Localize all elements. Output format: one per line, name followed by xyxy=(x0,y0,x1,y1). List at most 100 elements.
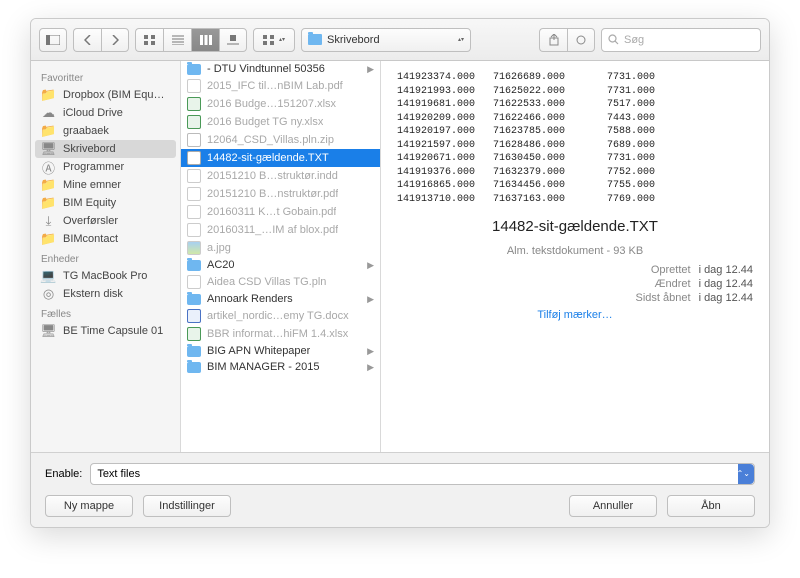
settings-button[interactable]: Indstillinger xyxy=(143,495,231,517)
search-icon xyxy=(608,34,619,45)
file-row[interactable]: - DTU Vindtunnel 50356▶ xyxy=(181,61,380,77)
file-row[interactable]: BBR informat…hiFM 1.4.xlsx xyxy=(181,325,380,343)
chevron-right-icon: ▶ xyxy=(367,64,374,75)
txt-icon xyxy=(187,151,201,165)
sidebar-item-label: Ekstern disk xyxy=(63,288,123,300)
path-popup[interactable]: Skrivebord ▴▾ xyxy=(301,28,471,52)
sidebar-item-label: graabaek xyxy=(63,125,109,137)
file-row[interactable]: 20151210 B…struktør.indd xyxy=(181,167,380,185)
file-label: 14482-sit-gældende.TXT xyxy=(207,152,329,164)
file-label: 2016 Budget TG ny.xlsx xyxy=(207,116,323,128)
sidebar-group-header: Fælles xyxy=(31,303,180,322)
tags-button[interactable] xyxy=(567,28,595,52)
file-label: AC20 xyxy=(207,259,235,271)
sidebar-item-label: Skrivebord xyxy=(63,143,116,155)
chevron-right-icon: ▶ xyxy=(367,260,374,271)
view-list-button[interactable] xyxy=(163,28,191,52)
file-row[interactable]: artikel_nordic…emy TG.docx xyxy=(181,307,380,325)
view-column-button[interactable] xyxy=(191,28,219,52)
file-row[interactable]: BIM MANAGER - 2015▶ xyxy=(181,359,380,375)
preview-pane: 141923374.000 71626689.000 7731.000 1419… xyxy=(381,61,769,452)
folder-icon xyxy=(187,64,201,75)
doc-icon xyxy=(187,309,201,323)
file-label: BIG APN Whitepaper xyxy=(207,345,310,357)
file-label: 20151210 B…struktør.indd xyxy=(207,170,338,182)
xls-icon xyxy=(187,97,201,111)
file-row[interactable]: BIG APN Whitepaper▶ xyxy=(181,343,380,359)
file-label: Annoark Renders xyxy=(207,293,293,305)
sidebar-item[interactable]: 🖥Skrivebord xyxy=(35,140,176,158)
file-row[interactable]: 12064_CSD_Villas.pln.zip xyxy=(181,131,380,149)
folder-icon xyxy=(308,34,322,45)
sidebar-item[interactable]: ⒶProgrammer xyxy=(31,158,180,176)
group-button[interactable]: ▴▾ xyxy=(253,28,295,52)
back-button[interactable] xyxy=(73,28,101,52)
sidebar-item[interactable]: 📁BIM Equity xyxy=(31,194,180,212)
file-row[interactable]: Aidea CSD Villas TG.pln xyxy=(181,273,380,291)
file-column: - DTU Vindtunnel 50356▶2015_IFC til…nBIM… xyxy=(181,61,381,452)
view-icon-button[interactable] xyxy=(135,28,163,52)
file-label: artikel_nordic…emy TG.docx xyxy=(207,310,349,322)
file-row[interactable]: 14482-sit-gældende.TXT xyxy=(181,149,380,167)
bottom-bar: Enable: Text files ⌃⌄ Ny mappe Indstilli… xyxy=(31,452,769,527)
file-row[interactable]: 2016 Budge…151207.xlsx xyxy=(181,95,380,113)
file-row[interactable]: 2016 Budget TG ny.xlsx xyxy=(181,113,380,131)
file-label: 12064_CSD_Villas.pln.zip xyxy=(207,134,334,146)
file-label: 20151210 B…nstruktør.pdf xyxy=(207,188,338,200)
sidebar-item-label: Programmer xyxy=(63,161,124,173)
cancel-button[interactable]: Annuller xyxy=(569,495,657,517)
view-coverflow-button[interactable] xyxy=(219,28,247,52)
sidebar: Favoritter📁Dropbox (BIM Equ…☁︎iCloud Dri… xyxy=(31,61,181,452)
enable-label: Enable: xyxy=(45,468,82,480)
file-row[interactable]: Annoark Renders ▶ xyxy=(181,291,380,307)
sidebar-item[interactable]: 🖥BE Time Capsule 01 xyxy=(31,322,180,340)
file-label: a.jpg xyxy=(207,242,231,254)
search-placeholder: Søg xyxy=(624,34,644,46)
zip-icon xyxy=(187,133,201,147)
folder-icon xyxy=(187,362,201,373)
sidebar-group-header: Enheder xyxy=(31,248,180,267)
sidebar-item[interactable]: ◎Ekstern disk xyxy=(31,285,180,303)
sidebar-item[interactable]: 📁Dropbox (BIM Equ… xyxy=(31,86,180,104)
sidebar-item[interactable]: 💻TG MacBook Pro xyxy=(31,267,180,285)
sidebar-item-label: BIMcontact xyxy=(63,233,118,245)
pdf-icon xyxy=(187,275,201,289)
search-input[interactable]: Søg xyxy=(601,28,761,52)
chevron-right-icon: ▶ xyxy=(367,294,374,305)
file-row[interactable]: 20160311_…IM af blox.pdf xyxy=(181,221,380,239)
open-button[interactable]: Åbn xyxy=(667,495,755,517)
img-icon xyxy=(187,241,201,255)
add-tags-link[interactable]: Tilføj mærker… xyxy=(397,309,753,321)
sidebar-item[interactable]: 📁BIMcontact xyxy=(31,230,180,248)
forward-button[interactable] xyxy=(101,28,129,52)
new-folder-button[interactable]: Ny mappe xyxy=(45,495,133,517)
sidebar-item-label: Overførsler xyxy=(63,215,118,227)
sidebar-item[interactable]: ⤓Overførsler xyxy=(31,212,180,230)
folder-icon xyxy=(187,294,201,305)
pdf-icon xyxy=(187,223,201,237)
file-label: BBR informat…hiFM 1.4.xlsx xyxy=(207,328,348,340)
folder-icon xyxy=(187,346,201,357)
sidebar-item[interactable]: ☁︎iCloud Drive xyxy=(31,104,180,122)
toolbar: ▴▾ Skrivebord ▴▾ Søg xyxy=(31,19,769,61)
file-row[interactable]: 20160311 K…t Gobain.pdf xyxy=(181,203,380,221)
sidebar-item-label: BE Time Capsule 01 xyxy=(63,325,163,337)
sidebar-item-label: TG MacBook Pro xyxy=(63,270,147,282)
sidebar-item-label: BIM Equity xyxy=(63,197,116,209)
sidebar-item-label: Mine emner xyxy=(63,179,121,191)
enable-select[interactable]: Text files ⌃⌄ xyxy=(90,463,755,485)
sidebar-item[interactable]: 📁Mine emner xyxy=(31,176,180,194)
open-dialog: ▴▾ Skrivebord ▴▾ Søg Favoritter📁Dropbox … xyxy=(30,18,770,528)
sidebar-group-header: Favoritter xyxy=(31,67,180,86)
chevron-right-icon: ▶ xyxy=(367,362,374,373)
file-row[interactable]: 20151210 B…nstruktør.pdf xyxy=(181,185,380,203)
file-label: 20160311_…IM af blox.pdf xyxy=(207,224,338,236)
file-row[interactable]: 2015_IFC til…nBIM Lab.pdf xyxy=(181,77,380,95)
sidebar-toggle-button[interactable] xyxy=(39,28,67,52)
file-row[interactable]: a.jpg xyxy=(181,239,380,257)
file-row[interactable]: AC20 ▶ xyxy=(181,257,380,273)
pdf-icon xyxy=(187,79,201,93)
sidebar-item[interactable]: 📁graabaek xyxy=(31,122,180,140)
file-label: 20160311 K…t Gobain.pdf xyxy=(207,206,336,218)
share-button[interactable] xyxy=(539,28,567,52)
